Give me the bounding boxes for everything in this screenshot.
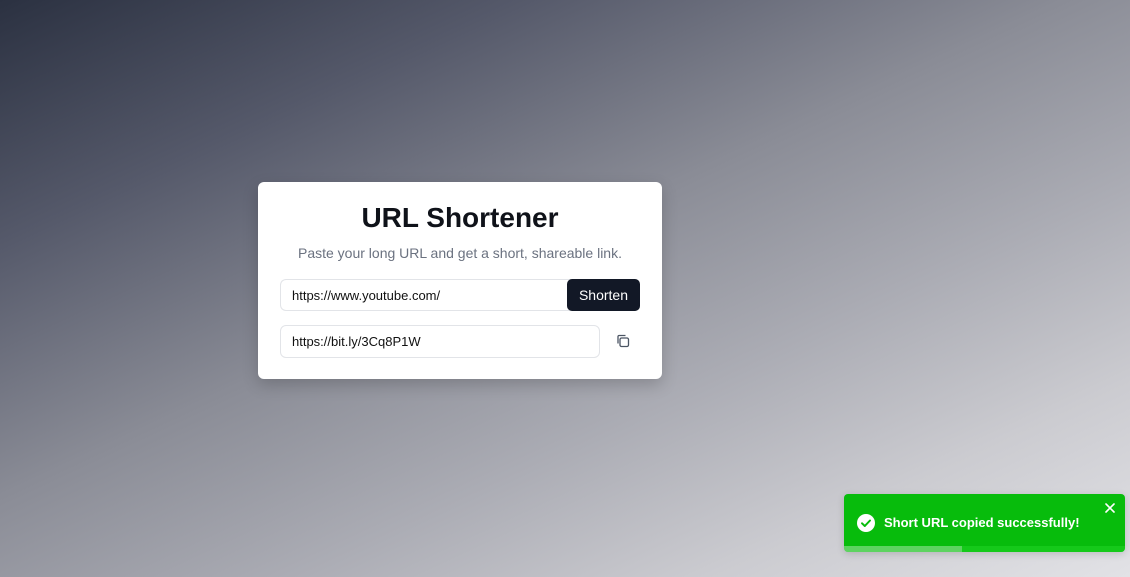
check-circle-icon bbox=[857, 514, 875, 532]
close-icon bbox=[1104, 502, 1116, 517]
page-title: URL Shortener bbox=[361, 202, 559, 233]
short-url-field[interactable] bbox=[280, 325, 600, 358]
result-row bbox=[280, 325, 640, 358]
copy-icon bbox=[616, 334, 630, 351]
shorten-form: Shorten bbox=[280, 279, 640, 311]
long-url-input[interactable] bbox=[280, 279, 572, 311]
toast-close-button[interactable] bbox=[1104, 502, 1116, 514]
toast-progress-bar bbox=[962, 546, 1125, 552]
shorten-button[interactable]: Shorten bbox=[567, 279, 640, 311]
toast-progress-track bbox=[844, 546, 1125, 552]
toast-notification: Short URL copied successfully! bbox=[844, 494, 1125, 552]
url-shortener-card: URL Shortener Paste your long URL and ge… bbox=[258, 182, 662, 379]
copy-button[interactable] bbox=[613, 332, 633, 352]
page-subtitle: Paste your long URL and get a short, sha… bbox=[297, 245, 622, 261]
toast-message: Short URL copied successfully! bbox=[884, 515, 1080, 530]
